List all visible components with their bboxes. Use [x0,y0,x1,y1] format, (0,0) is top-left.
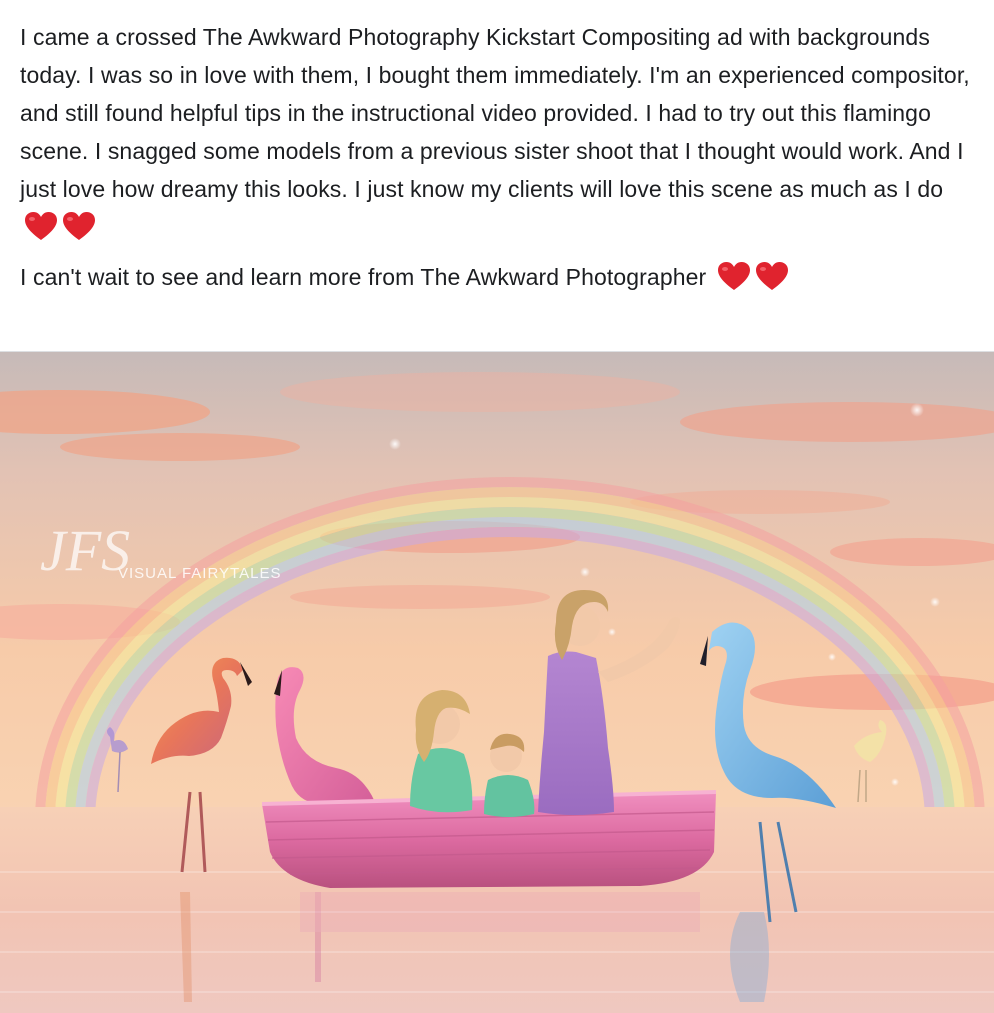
red-heart-icon [717,262,750,290]
red-heart-icon [25,212,57,240]
post-paragraph-2-text: I can't wait to see and learn more from … [20,264,707,290]
post-paragraph-1: I came a crossed The Awkward Photography… [20,18,982,246]
red-heart-icon [63,212,95,240]
post-photo[interactable]: JFS VISUAL FAIRYTALES [0,351,994,1013]
watermark-monogram: JFS [40,518,130,583]
watermark-label: VISUAL FAIRYTALES [118,565,281,582]
red-heart-icon [755,262,788,290]
post-paragraph-1-text: I came a crossed The Awkward Photography… [20,24,970,202]
post-body: I came a crossed The Awkward Photography… [20,18,982,296]
post-paragraph-2: I can't wait to see and learn more from … [20,258,982,296]
flamingo-scene-image: JFS VISUAL FAIRYTALES [0,352,994,1013]
